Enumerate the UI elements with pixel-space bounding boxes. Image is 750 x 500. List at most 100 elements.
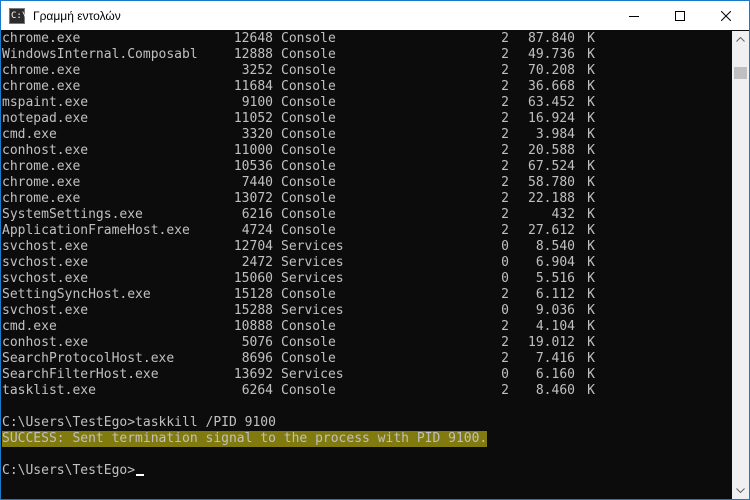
column-gap <box>273 223 281 239</box>
session-name: Console <box>281 175 336 190</box>
process-name: SettingSyncHost.exe <box>2 287 151 302</box>
session-name: Console <box>281 207 336 222</box>
process-name: mspaint.exe <box>2 95 89 110</box>
memory-usage: 8.460 <box>535 383 575 398</box>
process-name: SearchProtocolHost.exe <box>2 351 175 366</box>
process-row: chrome.exe 7440 Console 2 58.780 K <box>1 175 732 191</box>
process-name: chrome.exe <box>2 63 81 78</box>
session-name: Console <box>281 319 336 334</box>
session-number: 2 <box>501 223 509 238</box>
column-gap <box>273 239 281 255</box>
session-name: Services <box>281 367 344 382</box>
process-name: svchost.exe <box>2 239 89 254</box>
process-name: notepad.exe <box>2 111 89 126</box>
success-message: SUCCESS: Sent termination signal to the … <box>2 431 488 447</box>
memory-usage: 58.780 <box>528 175 575 190</box>
memory-unit: K <box>587 367 595 382</box>
session-name: Console <box>281 191 336 206</box>
memory-usage: 5.516 <box>535 271 575 286</box>
command-prompt-window: C:\ Γραμμή εντολών chrome.exe 12648 Consol… <box>0 0 750 500</box>
memory-unit: K <box>587 191 595 206</box>
session-name: Console <box>281 31 336 46</box>
session-name: Console <box>281 335 336 350</box>
memory-usage: 63.452 <box>528 95 575 110</box>
column-gap <box>273 383 281 399</box>
process-list: chrome.exe 12648 Console 2 87.840 K WindowsInt… <box>1 31 732 399</box>
memory-usage: 67.524 <box>528 159 575 174</box>
session-number: 2 <box>501 31 509 46</box>
process-row: chrome.exe 12648 Console 2 87.840 K <box>1 31 732 47</box>
memory-usage: 8.540 <box>535 239 575 254</box>
session-number: 2 <box>501 175 509 190</box>
process-name: SystemSettings.exe <box>2 207 143 222</box>
process-name: tasklist.exe <box>2 383 96 398</box>
memory-unit: K <box>587 159 595 174</box>
session-name: Console <box>281 111 336 126</box>
session-number: 2 <box>501 159 509 174</box>
memory-usage: 19.012 <box>528 335 575 350</box>
process-row: mspaint.exe 9100 Console 2 63.452 K <box>1 95 732 111</box>
process-row: SearchProtocolHost.exe 8696 Console 2 7.416 K <box>1 351 732 367</box>
session-number: 0 <box>501 255 509 270</box>
session-number: 2 <box>501 207 509 222</box>
prompt-line[interactable]: C:\Users\TestEgo> <box>1 463 732 479</box>
column-gap <box>273 335 281 351</box>
process-row: chrome.exe 13072 Console 2 22.188 K <box>1 191 732 207</box>
process-pid: 10536 <box>233 159 273 174</box>
process-row: tasklist.exe 6264 Console 2 8.460 K <box>1 383 732 399</box>
column-gap <box>273 287 281 303</box>
scroll-down-button[interactable] <box>732 482 749 499</box>
column-gap <box>273 175 281 191</box>
process-row: WindowsInternal.Composabl 12888 Console 2 49… <box>1 47 732 63</box>
memory-usage: 27.612 <box>528 223 575 238</box>
scroll-thumb[interactable] <box>734 67 747 79</box>
process-name: cmd.exe <box>2 319 57 334</box>
column-gap <box>273 31 281 47</box>
session-name: Services <box>281 271 344 286</box>
process-pid: 8696 <box>241 351 273 366</box>
memory-unit: K <box>587 335 595 350</box>
close-button[interactable] <box>703 1 749 30</box>
session-number: 0 <box>501 239 509 254</box>
minimize-button[interactable] <box>611 1 657 30</box>
process-pid: 11684 <box>233 79 273 94</box>
memory-unit: K <box>587 111 595 126</box>
session-name: Services <box>281 239 344 254</box>
process-row: conhost.exe 5076 Console 2 19.012 K <box>1 335 732 351</box>
console-output[interactable]: chrome.exe 12648 Console 2 87.840 K WindowsInt… <box>1 31 732 499</box>
process-name: cmd.exe <box>2 127 57 142</box>
memory-unit: K <box>587 31 595 46</box>
session-name: Services <box>281 303 344 318</box>
session-number: 0 <box>501 271 509 286</box>
title-bar[interactable]: C:\ Γραμμή εντολών <box>1 1 749 30</box>
maximize-button[interactable] <box>657 1 703 30</box>
session-name: Console <box>281 79 336 94</box>
process-row: svchost.exe 15288 Services 0 9.036 K <box>1 303 732 319</box>
process-pid: 11052 <box>233 111 273 126</box>
memory-unit: K <box>587 143 595 158</box>
session-number: 2 <box>501 143 509 158</box>
process-pid: 10888 <box>233 319 273 334</box>
scroll-up-button[interactable] <box>732 31 749 48</box>
session-number: 2 <box>501 351 509 366</box>
command-line: C:\Users\TestEgo>taskkill /PID 9100 <box>2 415 276 430</box>
process-row: conhost.exe 11000 Console 2 20.588 K <box>1 143 732 159</box>
process-pid: 3320 <box>241 127 273 142</box>
process-name: WindowsInternal.Composabl <box>2 47 198 62</box>
session-name: Console <box>281 223 336 238</box>
session-name: Console <box>281 143 336 158</box>
memory-unit: K <box>587 271 595 286</box>
process-name: chrome.exe <box>2 175 81 190</box>
session-name: Console <box>281 63 336 78</box>
process-row: SearchFilterHost.exe 13692 Services 0 6.160 K <box>1 367 732 383</box>
process-pid: 12704 <box>233 239 273 254</box>
process-name: chrome.exe <box>2 159 81 174</box>
process-pid: 5076 <box>241 335 273 350</box>
memory-usage: 70.208 <box>528 63 575 78</box>
vertical-scrollbar[interactable] <box>732 31 749 499</box>
chevron-up-icon <box>736 37 745 42</box>
session-name: Console <box>281 287 336 302</box>
close-icon <box>721 10 731 21</box>
process-row: chrome.exe 10536 Console 2 67.524 K <box>1 159 732 175</box>
